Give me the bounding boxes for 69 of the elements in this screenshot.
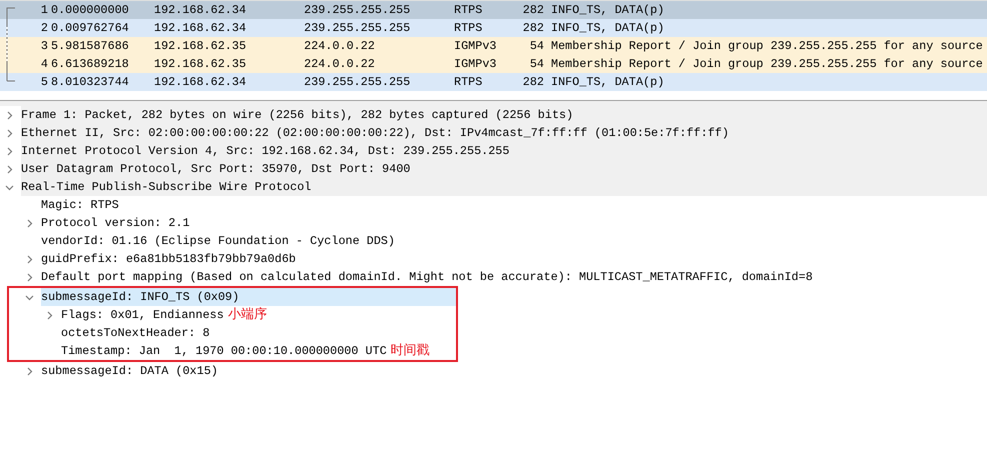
packet-source: 192.168.62.34 [153,2,248,19]
packet-source: 192.168.62.35 [153,56,248,73]
packet-number: 2 [40,20,48,37]
chevron-right-icon[interactable] [25,272,34,282]
packet-length: 54 [528,38,544,55]
tree-item[interactable]: vendorId: 01.16 (Eclipse Foundation - Cyclone DDS) [41,232,397,250]
tree-item[interactable]: Magic: RTPS [41,196,121,214]
packet-info: INFO_TS, DATA(p) [550,20,666,37]
packet-info: Membership Report / Join group 239.255.255.255 for any source [550,38,984,55]
packet-time: 8.010323744 [50,74,130,91]
packet-row[interactable]: 4 6.613689218 192.168.62.35 224.0.0.22 IGMPv3 54 Membership Report / Join group 239.255.255.255 for any source [0,55,987,73]
tree-item[interactable]: Protocol version: 2.1 [41,214,192,232]
tree-item[interactable]: submessageId: INFO_TS (0x09) [41,288,456,306]
packet-length: 282 [522,20,544,37]
packet-destination: 224.0.0.22 [303,38,376,55]
tree-item[interactable]: guidPrefix: e6a81bb5183fb79bb79a0d6b [41,250,298,268]
packet-destination: 239.255.255.255 [303,20,412,37]
packet-info: INFO_TS, DATA(p) [550,2,666,19]
tree-item[interactable]: User Datagram Protocol, Src Port: 35970, Dst Port: 9400 [21,160,987,178]
packet-destination: 239.255.255.255 [303,2,412,19]
annotation-text: 时间戳 [390,342,430,360]
packet-row[interactable]: 3 5.981587686 192.168.62.35 224.0.0.22 IGMPv3 54 Membership Report / Join group 239.255.255.255 for any source [0,37,987,55]
tree-item[interactable]: Frame 1: Packet, 282 bytes on wire (2256 bits), 282 bytes captured (2256 bits) [21,106,987,124]
annotation-text: 小端序 [228,306,267,324]
chevron-right-icon[interactable] [25,218,34,228]
tree-item[interactable]: Flags: 0x01, Endianness [61,306,226,324]
packet-source: 192.168.62.35 [153,38,248,55]
packet-time: 5.981587686 [50,38,130,55]
tree-item[interactable]: Real-Time Publish-Subscribe Wire Protocol [21,178,987,196]
packet-length: 282 [522,2,544,19]
packet-source: 192.168.62.34 [153,20,248,37]
chevron-right-icon[interactable] [25,366,34,376]
chevron-right-icon[interactable] [5,128,14,138]
packet-time: 0.000000000 [50,2,130,19]
packet-number: 5 [40,74,48,91]
packet-length: 54 [528,56,544,73]
tree-item[interactable]: submessageId: DATA (0x15) [41,362,220,380]
packet-row[interactable]: 2 0.009762764 192.168.62.34 239.255.255.255 RTPS 282 INFO_TS, DATA(p) [0,19,987,37]
packet-number: 3 [40,38,48,55]
related-packets-bracket-icon [6,7,16,82]
chevron-down-icon[interactable] [5,182,14,192]
packet-protocol: RTPS [453,2,484,19]
packet-destination: 224.0.0.22 [303,56,376,73]
tree-item[interactable]: Default port mapping (Based on calculated domainId. Might not be accurate): MULTICAST_METATRAFFIC, domainId=8 [41,268,815,286]
chevron-right-icon[interactable] [5,110,14,120]
chevron-right-icon[interactable] [25,254,34,264]
packet-source: 192.168.62.34 [153,74,248,91]
packet-protocol: RTPS [453,20,484,37]
packet-destination: 239.255.255.255 [303,74,412,91]
packet-time: 0.009762764 [50,20,130,37]
tree-item[interactable]: octetsToNextHeader: 8 [61,324,212,342]
packet-time: 6.613689218 [50,56,130,73]
packet-info: INFO_TS, DATA(p) [550,74,666,91]
chevron-right-icon[interactable] [5,146,14,156]
packet-row[interactable]: 1 0.000000000 192.168.62.34 239.255.255.255 RTPS 282 INFO_TS, DATA(p) [0,1,987,19]
packet-protocol: IGMPv3 [453,38,495,55]
packet-info: Membership Report / Join group 239.255.255.255 for any source [550,56,984,73]
packet-protocol: RTPS [453,74,484,91]
chevron-right-icon[interactable] [5,164,14,174]
packet-number: 4 [40,56,48,73]
chevron-right-icon[interactable] [45,310,54,320]
chevron-down-icon[interactable] [25,292,34,302]
tree-item[interactable]: Ethernet II, Src: 02:00:00:00:00:22 (02:00:00:00:00:22), Dst: IPv4mcast_7f:ff:ff (01:00:5e:7f:ff:ff) [21,124,987,142]
packet-row[interactable]: 5 8.010323744 192.168.62.34 239.255.255.255 RTPS 282 INFO_TS, DATA(p) [0,73,987,91]
packet-protocol: IGMPv3 [453,56,495,73]
packet-number: 1 [40,2,48,19]
tree-item[interactable]: Internet Protocol Version 4, Src: 192.168.62.34, Dst: 239.255.255.255 [21,142,987,160]
tree-item[interactable]: Timestamp: Jan 1, 1970 00:00:10.000000000 UTC [61,342,389,360]
packet-length: 282 [522,74,544,91]
